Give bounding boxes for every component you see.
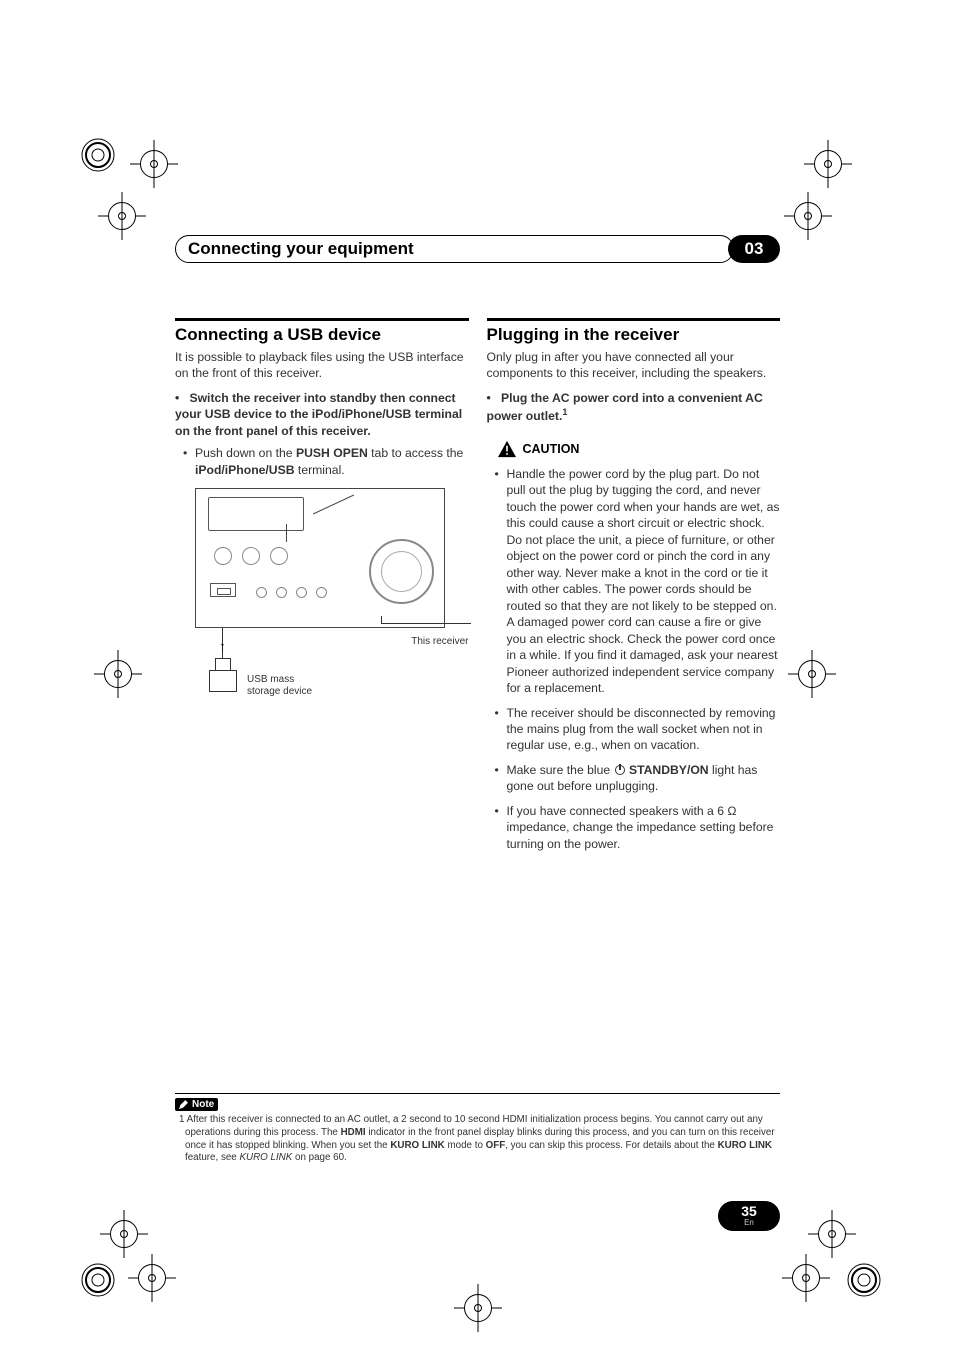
- page-number: 35: [741, 1204, 757, 1218]
- heading-rule: [175, 318, 469, 321]
- pencil-icon: [179, 1100, 188, 1109]
- caution-item: Handle the power cord by the plug part. …: [507, 466, 781, 697]
- crosshair-icon: [130, 140, 178, 188]
- crosshair-icon: [784, 192, 832, 240]
- text: Make sure the blue: [507, 763, 614, 777]
- usb-sub-item: Push down on the PUSH OPEN tab to access…: [195, 445, 469, 478]
- arrow-up-icon: ↑: [219, 638, 226, 654]
- push-open-label: PUSH OPEN: [296, 446, 368, 460]
- caution-list: Handle the power cord by the plug part. …: [487, 466, 781, 852]
- figure-label-receiver: This receiver: [411, 636, 468, 647]
- usb-step-text: Switch the receiver into standby then co…: [175, 391, 462, 438]
- bullet-icon: •: [487, 391, 491, 405]
- caution-heading: CAUTION: [497, 440, 781, 458]
- page-number-badge: 35 En: [718, 1201, 780, 1231]
- page-lang: En: [744, 1218, 754, 1228]
- usb-figure: ↑ This receiver USB mass storage device: [195, 488, 469, 718]
- note-label: Note: [192, 1099, 214, 1110]
- warning-triangle-icon: [497, 440, 517, 458]
- power-icon: [615, 765, 625, 775]
- standby-label: STANDBY/ON: [629, 763, 709, 777]
- crosshair-icon: [808, 1210, 856, 1258]
- crosshair-icon: [454, 1284, 502, 1332]
- plug-heading: Plugging in the receiver: [487, 325, 781, 345]
- crosshair-icon: [94, 650, 142, 698]
- figure-label-usb-line2: storage device: [247, 686, 312, 697]
- bullet-icon: •: [175, 391, 179, 405]
- text: tab to access the: [368, 446, 464, 460]
- footnote-text: 1 After this receiver is connected to an…: [175, 1114, 780, 1165]
- crosshair-icon: [804, 140, 852, 188]
- plug-step-text: Plug the AC power cord into a convenient…: [487, 391, 763, 424]
- registration-mark-icon: [78, 135, 118, 175]
- terminal-label: iPod/iPhone/USB: [195, 463, 295, 477]
- caution-item: The receiver should be disconnected by r…: [507, 705, 781, 754]
- crosshair-icon: [128, 1254, 176, 1302]
- footnote-section: Note 1 After this receiver is connected …: [175, 1093, 780, 1165]
- usb-intro: It is possible to playback files using t…: [175, 349, 469, 382]
- text: Push down on the: [195, 446, 296, 460]
- crosshair-icon: [788, 650, 836, 698]
- crosshair-icon: [782, 1254, 830, 1302]
- caution-item: Make sure the blue STANDBY/ON light has …: [507, 762, 781, 795]
- caution-item: If you have connected speakers with a 6 …: [507, 803, 781, 852]
- plug-intro: Only plug in after you have connected al…: [487, 349, 781, 382]
- page-content: Connecting your equipment 03 Connecting …: [175, 235, 780, 1235]
- note-badge: Note: [175, 1098, 218, 1111]
- receiver-illustration: [195, 488, 445, 628]
- registration-mark-icon: [78, 1260, 118, 1300]
- footnote-ref: 1: [562, 407, 567, 417]
- text: terminal.: [295, 463, 345, 477]
- left-column: Connecting a USB device It is possible t…: [175, 318, 469, 862]
- right-column: Plugging in the receiver Only plug in af…: [487, 318, 781, 862]
- usb-heading: Connecting a USB device: [175, 325, 469, 345]
- caution-label: CAUTION: [523, 442, 580, 456]
- heading-rule: [487, 318, 781, 321]
- section-header: Connecting your equipment 03: [175, 235, 780, 263]
- figure-label-usb-line1: USB mass: [247, 674, 294, 685]
- usb-sub-bullets: Push down on the PUSH OPEN tab to access…: [175, 445, 469, 478]
- section-title: Connecting your equipment: [175, 235, 734, 263]
- plug-step: • Plug the AC power cord into a convenie…: [487, 390, 781, 425]
- section-number-badge: 03: [728, 235, 780, 263]
- crosshair-icon: [98, 192, 146, 240]
- usb-step: • Switch the receiver into standby then …: [175, 390, 469, 439]
- crosshair-icon: [100, 1210, 148, 1258]
- registration-mark-icon: [844, 1260, 884, 1300]
